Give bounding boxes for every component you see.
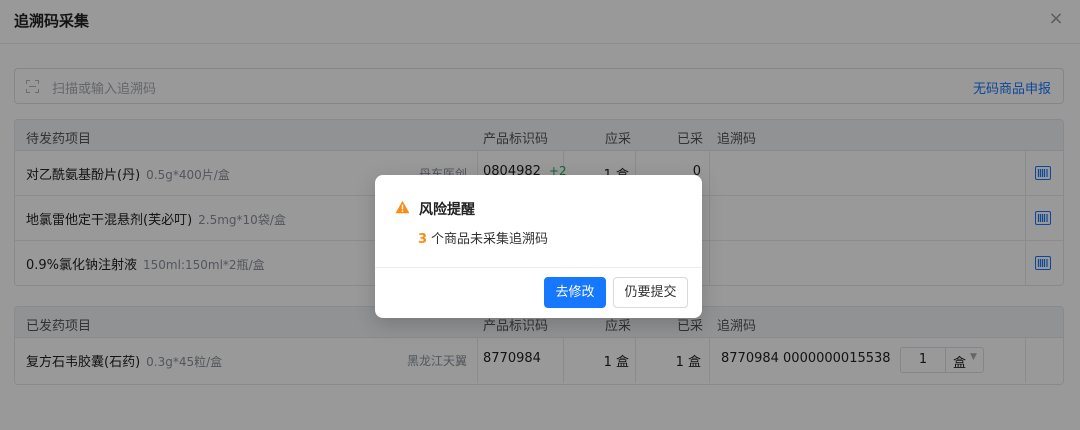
dialog-message: 3 个商品未采集追溯码 bbox=[418, 232, 549, 247]
dialog-title: 风险提醒 bbox=[419, 202, 475, 218]
warning-icon bbox=[395, 200, 410, 214]
go-modify-button[interactable]: 去修改 bbox=[544, 277, 606, 308]
uncollected-count: 3 bbox=[418, 232, 428, 247]
submit-anyway-button[interactable]: 仍要提交 bbox=[613, 277, 688, 308]
risk-alert-dialog: 风险提醒 3 个商品未采集追溯码 去修改 仍要提交 bbox=[375, 175, 702, 318]
